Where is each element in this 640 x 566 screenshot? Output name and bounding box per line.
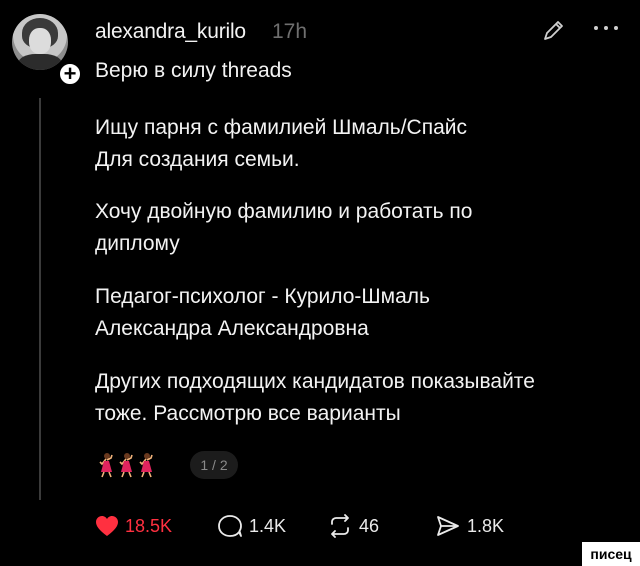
emoji-row <box>98 450 154 480</box>
post-paragraph: Других подходящих кандидатов показывайте… <box>95 370 535 425</box>
reply-button[interactable]: 1.4K <box>217 511 286 541</box>
reply-count: 1.4K <box>249 515 287 536</box>
post-time: 17h <box>272 20 308 43</box>
repost-count: 46 <box>359 515 380 536</box>
thread-line <box>39 98 41 500</box>
send-icon <box>437 516 459 536</box>
dancer-icon <box>139 453 153 478</box>
post-paragraph: Ищу парня с фамилией Шмаль/Спайс Для соз… <box>95 116 468 171</box>
page-indicator[interactable]: 1 / 2 <box>190 451 238 479</box>
follow-plus-button[interactable]: + <box>57 61 83 87</box>
repost-button[interactable]: 46 <box>327 511 379 541</box>
like-count: 18.5K <box>125 515 173 536</box>
dancer-icon <box>119 453 133 478</box>
post-paragraph: Хочу двойную фамилию и работать по дипло… <box>95 200 473 255</box>
repost-icon <box>331 514 349 538</box>
avatar-face <box>29 28 51 54</box>
share-count: 1.8K <box>467 515 505 536</box>
more-options-icon[interactable] <box>592 22 620 34</box>
username[interactable]: alexandra_kurilo <box>95 20 246 44</box>
heart-icon <box>96 516 118 536</box>
avatar[interactable] <box>12 14 68 70</box>
avatar-body <box>18 54 62 70</box>
topic-tag[interactable]: Верю в силу threads <box>95 59 292 83</box>
watermark: писец <box>582 542 640 566</box>
post-paragraph: Педагог-психолог - Курило-Шмаль Александ… <box>95 285 430 340</box>
dancer-icon <box>99 453 113 478</box>
like-button[interactable]: 18.5K <box>95 511 172 541</box>
share-button[interactable]: 1.8K <box>435 511 504 541</box>
edit-icon[interactable] <box>540 18 566 44</box>
comment-icon <box>218 515 242 537</box>
